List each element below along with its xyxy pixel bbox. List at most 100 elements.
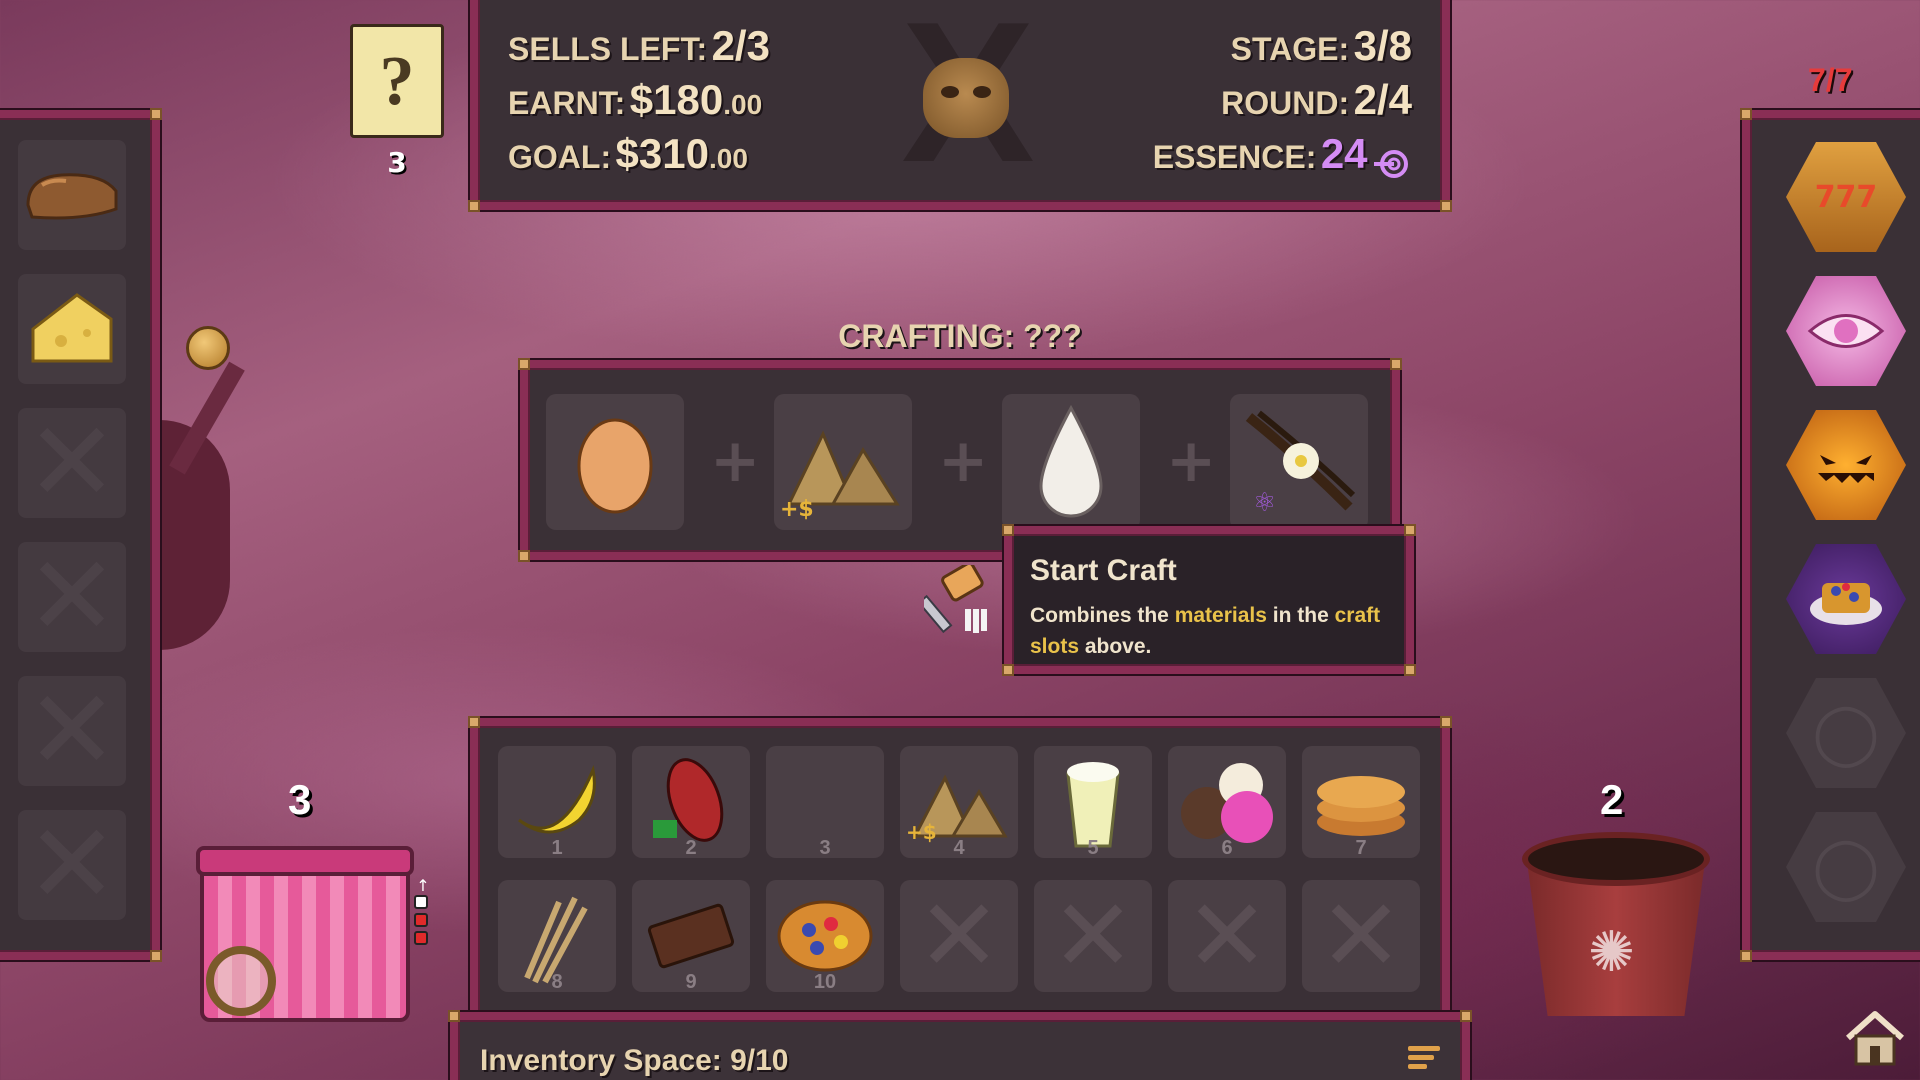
inventory-slot-3[interactable]: 3 [766,746,884,859]
locked-slot: ✕ [1034,880,1152,992]
arrow-up-icon: ↑ [416,876,430,895]
essence-icon [1374,149,1408,178]
inventory-slot-7[interactable]: 7 [1302,746,1420,859]
craft-hammer-cursor [924,565,987,634]
craft-slot-3[interactable] [1002,394,1140,530]
locked-slot: ✕ [18,676,126,786]
inventory-slot-10[interactable]: 10 [766,880,884,993]
relic-eye[interactable] [1786,276,1906,386]
x-icon: ✕ [1051,880,1135,992]
fruit-tart-icon [777,900,873,972]
money-bonus-badge: +$ [780,497,814,522]
chocolate-bar-icon [647,903,735,969]
inventory-slot-1[interactable]: 1 [498,746,616,859]
locked-slot: ✕ [18,810,126,920]
egg-icon [577,418,653,514]
x-icon: ✕ [25,401,119,524]
inventory-slot-8[interactable]: 8 [498,880,616,993]
slot-number: 6 [1221,837,1233,859]
tooltip-body: Combines the materials in the craft slot… [1030,604,1381,658]
empty-relic-slot: ◯ [1786,812,1906,922]
slot-number: 5 [1087,837,1099,859]
milkshake-icon [1066,762,1120,848]
locked-slot: ✕ [1302,880,1420,992]
stage: STAGE: 3/8 [1230,22,1412,69]
bread-icon [26,173,118,220]
home-button[interactable] [1844,1010,1906,1066]
basket-lid [196,846,414,876]
wheat-icon [524,896,588,984]
question-icon: ? [379,43,415,120]
pip [414,931,428,945]
craft-slot-4[interactable]: ⚛ [1230,394,1368,530]
inventory-slot-2[interactable]: 2 [632,746,750,859]
inventory-status-bar: Inventory Space: 9/10 [448,1010,1472,1080]
pancakes-icon [1317,776,1405,836]
basket-count: 3 [288,776,312,823]
plus-icon: + [710,426,761,496]
basket-pips: ↑ [414,876,432,949]
banana-icon [518,764,596,834]
inventory-panel: 1 2 3 +$ 4 5 6 7 8 9 10 ✕ ✕ ✕ ✕ [468,716,1452,1038]
inventory-slot-5[interactable]: 5 [1034,746,1152,859]
pip [414,913,428,927]
left-slot-1[interactable] [18,140,126,250]
earnt: EARNT: $180.00 [508,76,763,123]
relic-pumpkin[interactable] [1786,410,1906,520]
start-craft-tooltip: Start Craft Combines the materials in th… [1002,524,1416,676]
locked-slot: ✕ [18,542,126,652]
skull-icon [923,58,1009,138]
empty-ring-icon: ◯ [1812,698,1880,768]
left-item-panel: ✕ ✕ ✕ ✕ [0,108,162,962]
slot-number: 10 [813,971,837,993]
x-icon: ✕ [25,669,119,792]
x-icon: ✕ [1319,880,1403,992]
slot-number: 7 [1355,837,1367,859]
magnifier-icon [206,946,276,1016]
lever-button[interactable] [186,326,230,370]
mystery-note-button[interactable]: ? [350,24,444,138]
slot-number: 9 [685,971,697,993]
pip [414,895,428,909]
craft-slot-1[interactable] [546,394,684,530]
inventory-slot-4[interactable]: +$ 4 [900,746,1018,859]
relic-count: 7/7 [1808,62,1853,98]
note-count: 3 [387,146,407,179]
craft-slot-2[interactable]: +$ [774,394,912,530]
empty-relic-slot: ◯ [1786,678,1906,788]
inventory-slot-9[interactable]: 9 [632,880,750,993]
inventory-space-text: Inventory Space: 9/10 [480,1044,789,1077]
slot-number: 2 [685,837,697,859]
bucket-count: 2 [1600,776,1624,823]
sugar-pile-icon [786,430,900,506]
x-icon: ✕ [25,803,119,926]
inventory-slot-6[interactable]: 6 [1168,746,1286,859]
tooltip-title: Start Craft [1030,554,1177,587]
round: ROUND: 2/4 [1221,76,1412,123]
relic-waffle[interactable] [1786,544,1906,654]
sparkle-icon: ✺ [1588,920,1635,985]
svg-text:⚛: ⚛ [1253,488,1276,517]
pumpkin-icon [1818,455,1874,483]
cacao-pod-icon [653,758,724,842]
eye-icon [1807,314,1885,348]
slot-number: 8 [551,971,563,993]
goal: GOAL: $310.00 [508,130,748,177]
x-icon: ✕ [1185,880,1269,992]
cheese-icon [31,293,113,363]
locked-slot: ✕ [1168,880,1286,992]
slot-777-icon: 777 [1814,179,1878,215]
relic-panel: 777 ◯ ◯ [1740,108,1920,962]
left-slot-2[interactable] [18,274,126,384]
locked-slot: ✕ [18,408,126,518]
essence: ESSENCE: 24 [1153,130,1412,181]
stats-panel: X SELLS LEFT: 2/3 EARNT: $180.00 GOAL: $… [468,0,1452,212]
empty-ring-icon: ◯ [1812,832,1880,902]
bucket-rim [1522,832,1710,886]
relic-slot-machine[interactable]: 777 [1786,142,1906,252]
slot-number: 4 [953,837,965,859]
x-icon: ✕ [25,535,119,658]
vanilla-icon: ⚛ [1245,410,1356,517]
sort-icon[interactable] [1408,1046,1440,1074]
slot-number: 1 [551,837,563,859]
